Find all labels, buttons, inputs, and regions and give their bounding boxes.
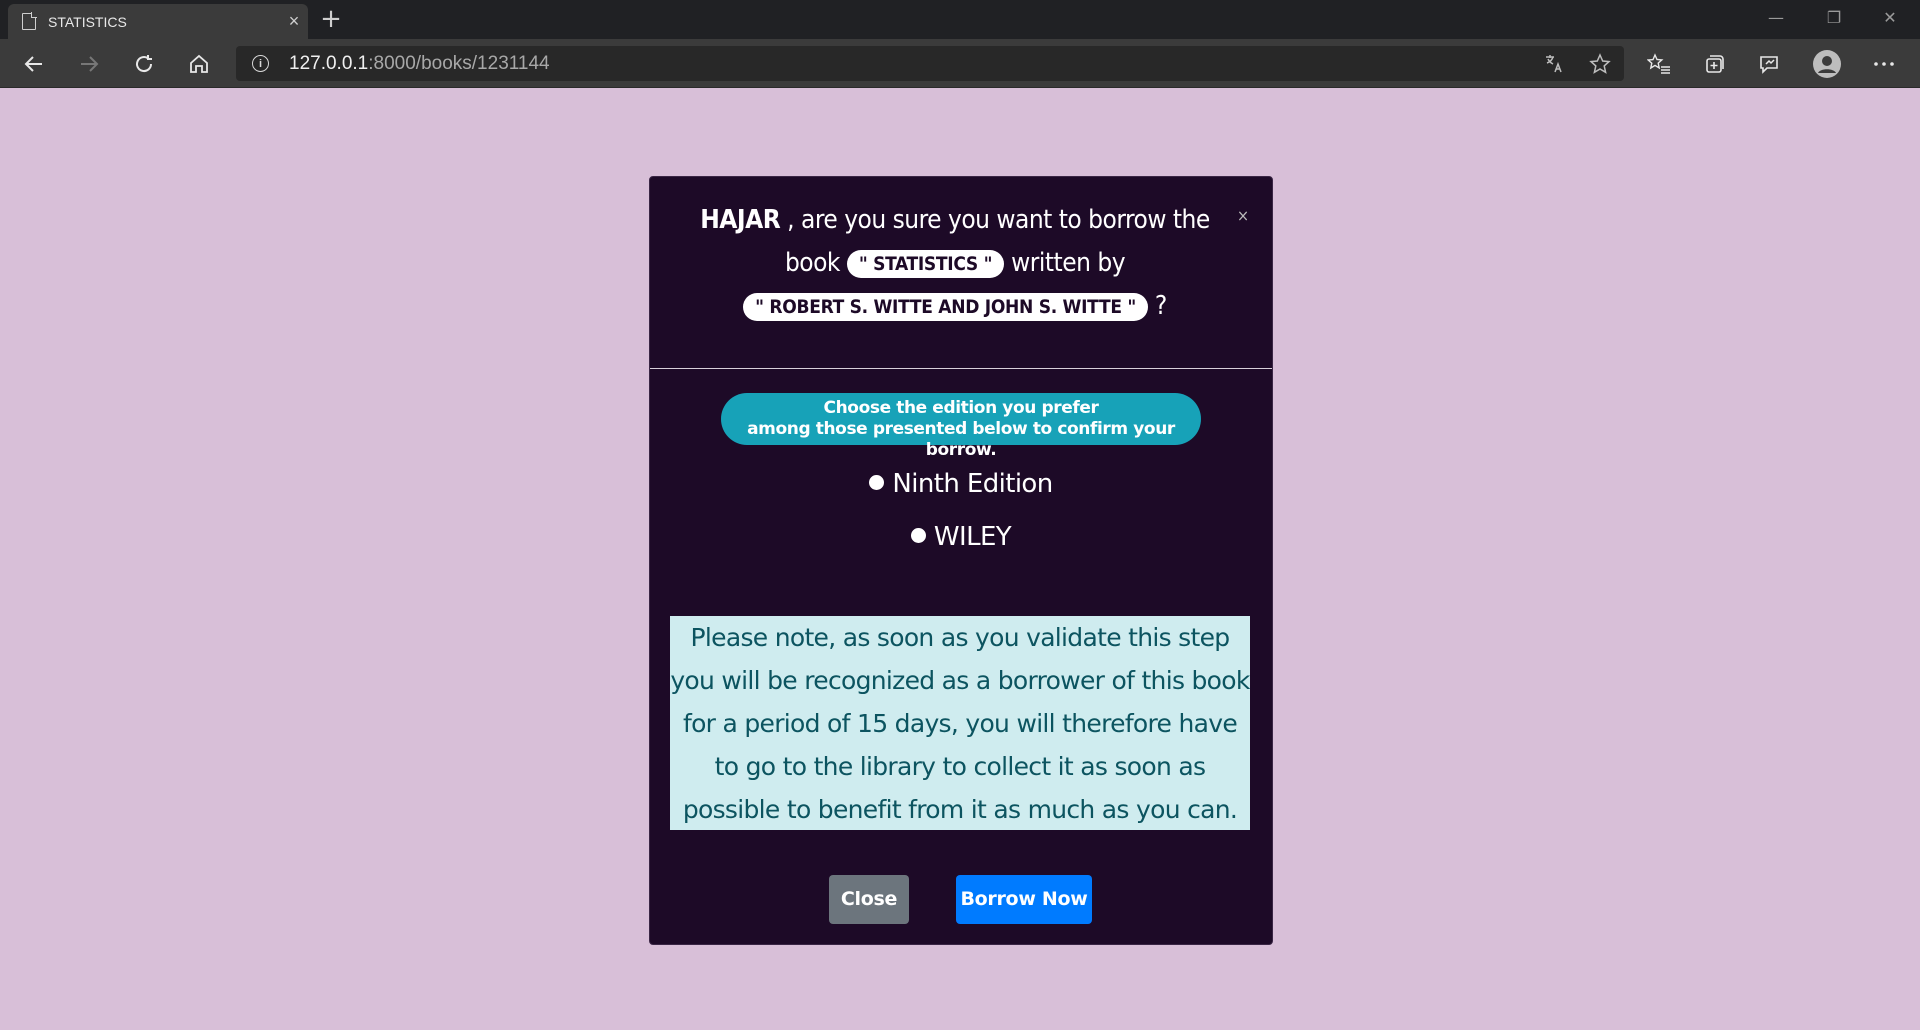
borrow-notice: Please note, as soon as you validate thi…: [670, 616, 1250, 830]
info-icon[interactable]: i: [252, 55, 269, 72]
modal-header: HAJAR , are you sure you want to borrow …: [650, 177, 1272, 369]
url-host: 127.0.0.1: [289, 52, 369, 74]
favorites-button[interactable]: [1641, 47, 1677, 81]
profile-button[interactable]: [1809, 47, 1845, 81]
hint-line-2: among those presented below to confirm y…: [747, 419, 1175, 460]
publisher-option-label: WILEY: [933, 522, 1012, 552]
radio-button[interactable]: [910, 528, 926, 543]
star-icon: [1589, 53, 1611, 74]
translate-button[interactable]: [1536, 47, 1572, 81]
borrow-modal: HAJAR , are you sure you want to borrow …: [649, 176, 1273, 945]
question-text-2: written by: [1011, 248, 1126, 278]
address-bar[interactable]: i 127.0.0.1:8000/books/1231144: [236, 46, 1624, 81]
page-icon: [22, 12, 37, 30]
more-menu-button[interactable]: [1866, 47, 1902, 81]
back-arrow-icon: [24, 56, 42, 72]
borrow-now-button[interactable]: Borrow Now: [956, 875, 1092, 924]
authors-badge: " ROBERT S. WITTE AND JOHN S. WITTE ": [743, 292, 1148, 321]
close-button[interactable]: Close: [829, 875, 909, 924]
collections-button[interactable]: [1696, 47, 1732, 81]
question-mark: ?: [1154, 291, 1167, 321]
forward-button[interactable]: [71, 47, 107, 81]
collections-icon: [1706, 55, 1724, 73]
browser-toolbar: i 127.0.0.1:8000/books/1231144: [0, 39, 1920, 88]
new-tab-button[interactable]: +: [316, 4, 346, 34]
more-dots-icon: [1874, 62, 1894, 66]
feedback-icon: [1760, 56, 1778, 74]
translate-icon: [1546, 55, 1562, 73]
book-title-badge: " STATISTICS ": [846, 249, 1005, 278]
home-button[interactable]: [181, 47, 217, 81]
feedback-button[interactable]: [1751, 47, 1787, 81]
favorites-icon: [1647, 53, 1670, 74]
edition-hint-banner: Choose the edition you prefer among thos…: [721, 393, 1201, 460]
modal-question: HAJAR , are you sure you want to borrow …: [690, 199, 1220, 328]
window-close-button[interactable]: ✕: [1862, 0, 1918, 36]
avatar-icon: [1813, 50, 1841, 78]
forward-arrow-icon: [81, 56, 99, 72]
browser-tab[interactable]: STATISTICS ×: [8, 4, 308, 39]
tab-title: STATISTICS: [48, 13, 127, 30]
tab-close-icon[interactable]: ×: [280, 11, 308, 32]
home-icon: [190, 54, 208, 73]
radio-button[interactable]: [869, 475, 885, 490]
edition-option-label: Ninth Edition: [892, 469, 1053, 499]
restore-button[interactable]: ❐: [1806, 0, 1862, 36]
publisher-option[interactable]: WILEY: [650, 522, 1272, 552]
hint-line-1: Choose the edition you prefer: [823, 398, 1099, 418]
url-path: :8000/books/1231144: [368, 52, 550, 74]
browser-tab-bar: STATISTICS × + — ❐ ✕: [0, 0, 1920, 39]
minimize-button[interactable]: —: [1748, 0, 1804, 36]
refresh-button[interactable]: [126, 47, 162, 81]
refresh-icon: [136, 55, 153, 73]
modal-close-icon[interactable]: ×: [1234, 207, 1252, 225]
edition-option[interactable]: Ninth Edition: [650, 469, 1272, 499]
back-button[interactable]: [16, 47, 52, 81]
favorite-star-button[interactable]: [1582, 47, 1618, 81]
user-name: HAJAR: [700, 205, 781, 235]
